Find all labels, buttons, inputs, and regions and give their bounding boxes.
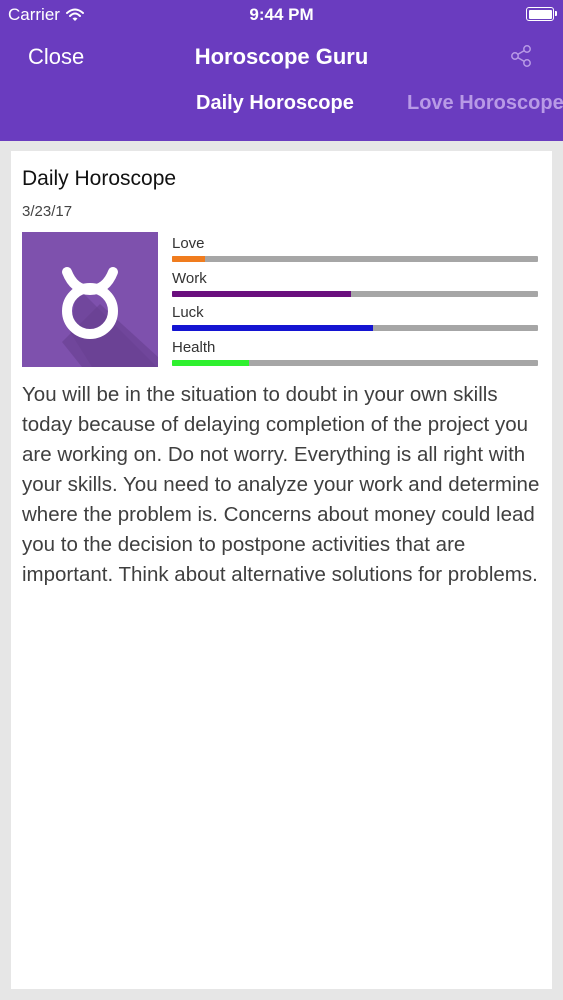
battery-icon	[526, 7, 557, 21]
app-title: Horoscope Guru	[194, 44, 369, 69]
taurus-icon	[62, 267, 158, 367]
rating-label: Work	[172, 269, 207, 287]
horoscope-card: Daily Horoscope 3/23/17 Love Work Luck Heal…	[11, 151, 552, 989]
rating-bar-track	[172, 290, 538, 297]
tab-daily-horoscope[interactable]: Daily Horoscope	[196, 92, 354, 115]
rating-health: Health	[171, 339, 539, 374]
rating-work: Work	[171, 270, 539, 305]
share-icon[interactable]	[509, 44, 533, 68]
close-button[interactable]: Close	[28, 44, 84, 70]
rating-bar-fill	[172, 256, 205, 262]
ratings-list: Love Work Luck Health	[171, 235, 539, 373]
status-bar: Carrier 9:44 PM	[0, 0, 563, 30]
rating-bar-fill	[172, 290, 352, 297]
rating-bar-fill	[172, 359, 249, 366]
app-header: Carrier 9:44 PM Close Horoscope Guru Dai…	[0, 0, 563, 141]
rating-label: Luck	[172, 304, 204, 321]
rating-bar-track	[172, 256, 538, 262]
clock: 9:44 PM	[249, 5, 314, 24]
horoscope-date: 3/23/17	[22, 203, 73, 220]
tab-love-horoscope[interactable]: Love Horoscope	[407, 92, 563, 115]
card-title: Daily Horoscope	[22, 167, 177, 190]
rating-label: Health	[172, 338, 216, 356]
rating-bar-fill	[172, 325, 374, 331]
zodiac-sign-image	[22, 232, 158, 367]
rating-bar-track	[172, 325, 538, 331]
rating-love: Love	[171, 235, 539, 270]
horoscope-text: You will be in the situation to doubt in…	[22, 383, 540, 586]
rating-bar-track	[172, 359, 538, 366]
tab-bar: Daily Horoscope Love Horoscope	[0, 88, 563, 122]
rating-label: Love	[172, 235, 205, 252]
rating-luck: Luck	[171, 304, 539, 339]
